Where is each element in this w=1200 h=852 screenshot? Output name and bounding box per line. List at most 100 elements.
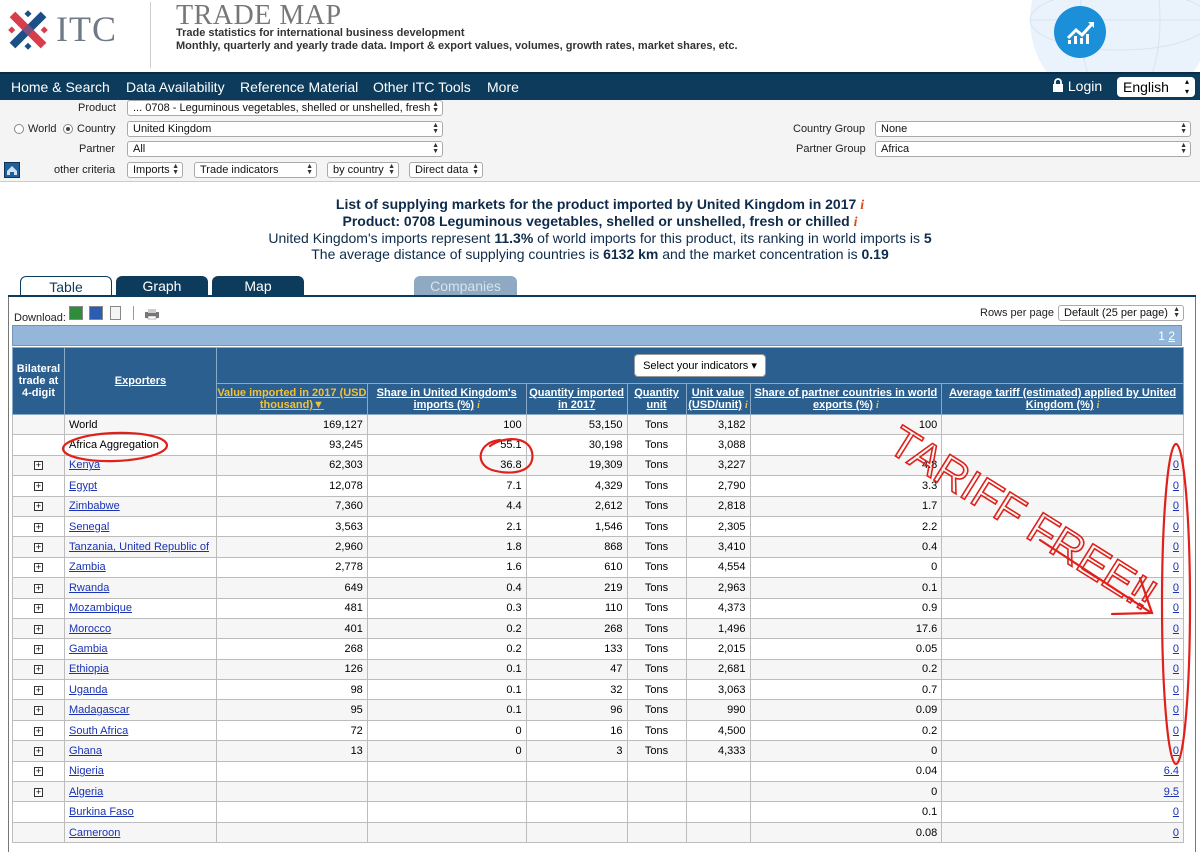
rows-per-page-select[interactable]: Default (25 per page) ▲ ▼ bbox=[1058, 305, 1184, 321]
cell-exporter-link[interactable]: Rwanda bbox=[69, 582, 109, 594]
col-value-imported[interactable]: Value imported in 2017 (USD thousand)▼ bbox=[215, 383, 368, 415]
cell-tariff-link[interactable]: 0 bbox=[1173, 541, 1179, 553]
cell-exporter-link[interactable]: South Africa bbox=[69, 725, 128, 737]
cell-exporter-link[interactable]: Zimbabwe bbox=[69, 500, 120, 512]
expand-row-icon[interactable]: + bbox=[33, 767, 43, 777]
expand-row-icon[interactable]: + bbox=[33, 461, 43, 471]
cell-exporter-link[interactable]: Kenya bbox=[69, 459, 100, 471]
cell-tariff-link[interactable]: 0 bbox=[1173, 704, 1179, 716]
expand-row-icon[interactable]: + bbox=[33, 787, 43, 797]
tab-map[interactable]: Map bbox=[212, 276, 304, 296]
cell-exporter-link[interactable]: Zambia bbox=[69, 561, 106, 573]
col-quantity-unit-link[interactable]: Quantity unit bbox=[634, 387, 679, 411]
country-select[interactable]: United Kingdom ▲ ▼ bbox=[127, 121, 443, 137]
cell-tariff-link[interactable]: 6.4 bbox=[1164, 765, 1179, 777]
cell-tariff-link[interactable]: 0 bbox=[1173, 561, 1179, 573]
cell-tariff-link[interactable]: 0 bbox=[1173, 521, 1179, 533]
cell-tariff-link[interactable]: 0 bbox=[1173, 663, 1179, 675]
cell-tariff-link[interactable]: 0 bbox=[1173, 745, 1179, 757]
tab-companies[interactable]: Companies bbox=[414, 276, 517, 296]
country-radio[interactable] bbox=[63, 124, 73, 134]
cell-tariff-link[interactable]: 0 bbox=[1173, 806, 1179, 818]
col-unit-value[interactable]: Unit value (USD/unit) i bbox=[685, 383, 751, 415]
text-download-icon[interactable] bbox=[110, 306, 121, 320]
product-select[interactable]: ... 0708 - Leguminous vegetables, shelle… bbox=[127, 100, 443, 116]
nav-reference-material[interactable]: Reference Material bbox=[240, 79, 358, 95]
page-1[interactable]: 1 bbox=[1158, 329, 1165, 343]
cell-tariff-link[interactable]: 9.5 bbox=[1164, 786, 1179, 798]
expand-row-icon[interactable]: + bbox=[33, 522, 43, 532]
cell-tariff-link[interactable]: 0 bbox=[1173, 684, 1179, 696]
col-tariff-link[interactable]: Average tariff (estimated) applied by Un… bbox=[949, 387, 1176, 411]
excel-download-icon[interactable] bbox=[69, 306, 83, 320]
trade-flow-select[interactable]: Imports ▲ ▼ bbox=[127, 162, 183, 178]
info-icon[interactable]: i bbox=[860, 198, 864, 213]
col-quantity[interactable]: Quantity imported in 2017 bbox=[525, 383, 628, 415]
nav-other-itc-tools[interactable]: Other ITC Tools bbox=[373, 79, 471, 95]
cell-tariff-link[interactable]: 0 bbox=[1173, 480, 1179, 492]
cell-tariff-link[interactable]: 0 bbox=[1173, 827, 1179, 839]
cell-tariff-link[interactable]: 0 bbox=[1173, 582, 1179, 594]
cell-exporter-link[interactable]: Uganda bbox=[69, 684, 108, 696]
expand-row-icon[interactable]: + bbox=[33, 543, 43, 553]
print-icon[interactable] bbox=[144, 308, 160, 320]
cell-tariff-link[interactable]: 0 bbox=[1173, 643, 1179, 655]
expand-row-icon[interactable]: + bbox=[33, 583, 43, 593]
col-share-partner-link[interactable]: Share of partner countries in world expo… bbox=[754, 387, 937, 411]
expand-row-icon[interactable]: + bbox=[33, 502, 43, 512]
expand-row-icon[interactable]: + bbox=[33, 706, 43, 716]
info-icon[interactable]: i bbox=[477, 400, 480, 411]
language-select[interactable]: English bbox=[1117, 77, 1195, 97]
info-icon[interactable]: i bbox=[745, 400, 748, 411]
nav-data-availability[interactable]: Data Availability bbox=[126, 79, 225, 95]
nav-home-search[interactable]: Home & Search bbox=[11, 79, 110, 95]
expand-row-icon[interactable]: + bbox=[33, 563, 43, 573]
cell-exporter-link[interactable]: Mozambique bbox=[69, 602, 132, 614]
country-group-select[interactable]: None ▲ ▼ bbox=[875, 121, 1191, 137]
col-share-partner[interactable]: Share of partner countries in world expo… bbox=[749, 383, 943, 415]
expand-row-icon[interactable]: + bbox=[33, 726, 43, 736]
col-exporters-link[interactable]: Exporters bbox=[115, 375, 166, 387]
expand-row-icon[interactable]: + bbox=[33, 746, 43, 756]
col-quantity-link[interactable]: Quantity imported in 2017 bbox=[529, 387, 624, 411]
col-unit-value-link[interactable]: Unit value (USD/unit) bbox=[688, 387, 744, 411]
cell-tariff-link[interactable]: 0 bbox=[1173, 500, 1179, 512]
cell-tariff-link[interactable]: 0 bbox=[1173, 459, 1179, 471]
expand-row-icon[interactable]: + bbox=[33, 665, 43, 675]
expand-row-icon[interactable]: + bbox=[33, 624, 43, 634]
cell-exporter-link[interactable]: Senegal bbox=[69, 521, 109, 533]
info-icon[interactable]: i bbox=[854, 215, 858, 230]
expand-row-icon[interactable]: + bbox=[33, 481, 43, 491]
col-value-imported-link[interactable]: Value imported in 2017 (USD thousand)▼ bbox=[217, 387, 366, 411]
col-tariff[interactable]: Average tariff (estimated) applied by Un… bbox=[941, 383, 1184, 415]
expand-row-icon[interactable]: + bbox=[33, 644, 43, 654]
cell-exporter-link[interactable]: Ethiopia bbox=[69, 663, 109, 675]
page-2-link[interactable]: 2 bbox=[1168, 329, 1175, 343]
login-button[interactable]: Login bbox=[1052, 78, 1102, 94]
home-criteria-icon[interactable] bbox=[4, 162, 20, 178]
by-country-select[interactable]: by country ▲ ▼ bbox=[327, 162, 399, 178]
cell-exporter-link[interactable]: Ghana bbox=[69, 745, 102, 757]
expand-row-icon[interactable]: + bbox=[33, 604, 43, 614]
cell-exporter-link[interactable]: Tanzania, United Republic of bbox=[69, 541, 209, 553]
select-indicators-button[interactable]: Select your indicators ▾ bbox=[634, 354, 766, 377]
cell-exporter-link[interactable]: Burkina Faso bbox=[69, 806, 134, 818]
partner-select[interactable]: All ▲ ▼ bbox=[127, 141, 443, 157]
tab-table[interactable]: Table bbox=[20, 276, 112, 296]
col-share-imports[interactable]: Share in United Kingdom's imports (%) i bbox=[366, 383, 527, 415]
info-icon[interactable]: i bbox=[1097, 400, 1100, 411]
cell-tariff-link[interactable]: 0 bbox=[1173, 725, 1179, 737]
cell-exporter-link[interactable]: Egypt bbox=[69, 480, 97, 492]
nav-more[interactable]: More bbox=[487, 79, 519, 95]
col-exporters[interactable]: Exporters bbox=[63, 347, 217, 415]
cell-exporter-link[interactable]: Cameroon bbox=[69, 827, 120, 839]
partner-group-select[interactable]: Africa ▲ ▼ bbox=[875, 141, 1191, 157]
tab-graph[interactable]: Graph bbox=[116, 276, 208, 296]
word-download-icon[interactable] bbox=[89, 306, 103, 320]
cell-exporter-link[interactable]: Nigeria bbox=[69, 765, 104, 777]
direct-data-select[interactable]: Direct data ▲ ▼ bbox=[409, 162, 483, 178]
trade-indicators-select[interactable]: Trade indicators ▲ ▼ bbox=[194, 162, 317, 178]
cell-tariff-link[interactable]: 0 bbox=[1173, 623, 1179, 635]
info-icon[interactable]: i bbox=[876, 400, 879, 411]
statistics-icon[interactable] bbox=[1054, 6, 1106, 58]
